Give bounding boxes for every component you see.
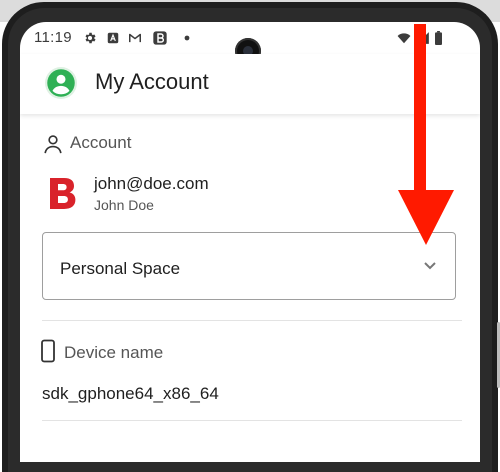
- account-email: john@doe.com: [94, 174, 209, 193]
- a-square-icon: [107, 32, 119, 44]
- device-section-title: Device name: [64, 343, 164, 362]
- account-avatar[interactable]: [45, 67, 77, 99]
- section-divider: [42, 420, 462, 421]
- phone-screen: 11:19 My Account Account john@doe.com Jo…: [20, 22, 480, 462]
- status-time: 11:19: [34, 29, 72, 46]
- b-brand-logo: [50, 178, 76, 209]
- wifi-icon: [397, 33, 411, 44]
- person-outline-icon: [44, 135, 62, 154]
- space-dropdown[interactable]: Personal Space: [42, 232, 456, 300]
- gear-icon: [85, 32, 96, 44]
- b-square-icon: [153, 31, 167, 45]
- account-section-title: Account: [70, 133, 132, 152]
- section-divider: [42, 320, 462, 321]
- gmail-icon: [128, 33, 142, 43]
- signal-icon: [417, 32, 429, 44]
- account-name: John Doe: [94, 197, 154, 213]
- dot-icon: [184, 35, 190, 41]
- space-dropdown-value: Personal Space: [60, 259, 181, 278]
- page-title: My Account: [95, 69, 209, 94]
- battery-icon: [435, 31, 442, 45]
- chevron-down-icon: [424, 262, 436, 270]
- device-name-value: sdk_gphone64_x86_64: [42, 384, 219, 403]
- app-bar: My Account: [20, 54, 480, 114]
- account-circle-icon: [47, 69, 75, 97]
- smartphone-outline-icon: [41, 339, 55, 363]
